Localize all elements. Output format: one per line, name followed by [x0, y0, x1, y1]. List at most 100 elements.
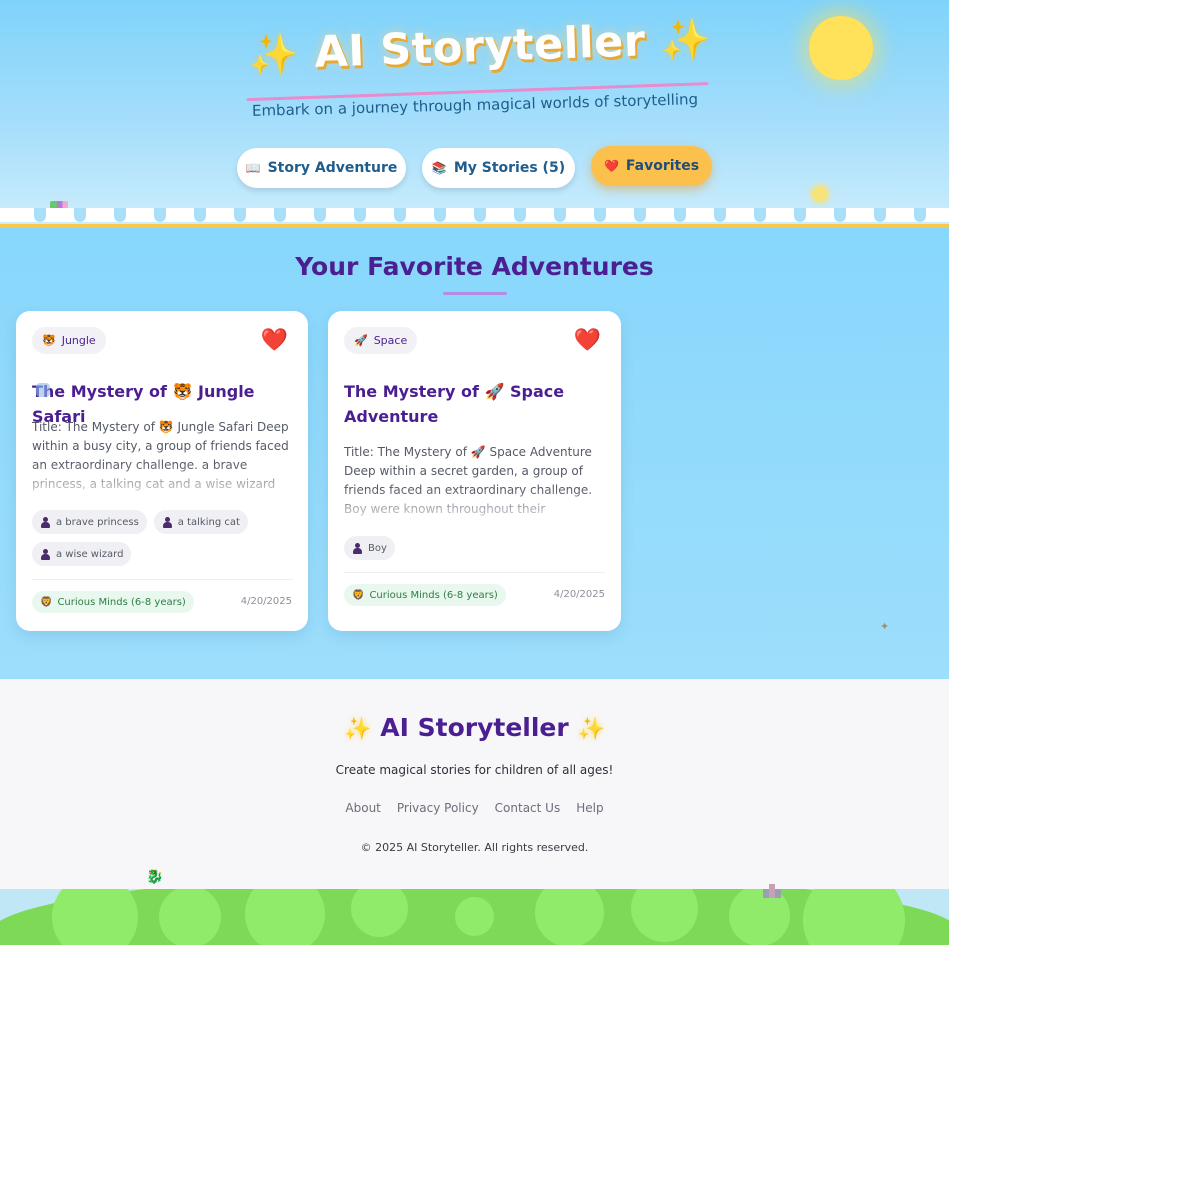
sparkle-icon: ✨ — [344, 717, 372, 742]
scallop-drop — [314, 208, 326, 222]
card-divider — [344, 572, 605, 573]
category-label: Space — [373, 334, 408, 347]
scallop-drop — [234, 208, 246, 222]
grass-hills — [0, 889, 949, 945]
nav-story-adventure[interactable]: 📖 Story Adventure — [237, 148, 406, 188]
scallop-drop — [554, 208, 566, 222]
character-chip: a talking cat — [153, 510, 248, 534]
scallop-drop — [474, 208, 486, 222]
footer-title: ✨ AI Storyteller ✨ — [0, 713, 949, 742]
age-group-label: Curious Minds (6-8 years) — [369, 589, 498, 601]
footer-link-about[interactable]: About — [345, 801, 380, 815]
character-chip: Boy — [344, 536, 395, 560]
scallop-drop — [634, 208, 646, 222]
app-title-text: AI Storyteller — [313, 16, 647, 78]
scallop-drop — [794, 208, 806, 222]
app-root: ✨ AI Storyteller ✨ Embark on a journey t… — [0, 0, 949, 945]
section-underline — [443, 292, 507, 295]
story-date: 4/20/2025 — [553, 589, 605, 600]
nav-favorites[interactable]: ❤️ Favorites — [591, 146, 712, 186]
story-excerpt: Title: The Mystery of 🐯 Jungle Safari De… — [32, 420, 289, 491]
app-title-wrap: ✨ AI Storyteller ✨ — [239, 14, 720, 102]
bush — [535, 889, 604, 945]
character-list: Boy — [344, 536, 614, 560]
footer-link-help[interactable]: Help — [576, 801, 603, 815]
scallop-drop — [394, 208, 406, 222]
card-divider — [32, 579, 293, 580]
nav-label: Favorites — [625, 158, 700, 174]
main-nav: 📖 Story Adventure 📚 My Stories (5) ❤️ Fa… — [0, 146, 949, 192]
character-name: Boy — [368, 542, 387, 554]
age-group-badge: 🦁 Curious Minds (6-8 years) — [32, 591, 194, 613]
scallop-pattern — [0, 208, 949, 222]
bush — [245, 889, 325, 945]
story-card[interactable]: 🐯 Jungle ❤️ The Mystery of 🐯 Jungle Safa… — [16, 311, 308, 631]
rocket-icon: 🚀 — [354, 334, 368, 347]
scallop-drop — [154, 208, 166, 222]
footer-link-privacy[interactable]: Privacy Policy — [397, 801, 479, 815]
person-icon — [40, 548, 50, 560]
character-name: a brave princess — [56, 516, 139, 528]
scallop-drop — [274, 208, 286, 222]
favorite-heart-icon[interactable]: ❤️ — [574, 330, 601, 352]
sparkle-icon: ✨ — [660, 16, 713, 65]
app-title: ✨ AI Storyteller ✨ — [239, 14, 720, 81]
footer-links: About Privacy Policy Contact Us Help — [0, 801, 949, 815]
footer-link-contact[interactable]: Contact Us — [495, 801, 561, 815]
dragon-icon: 🐉 — [146, 869, 164, 885]
tiger-icon: 🐯 — [42, 334, 56, 347]
scallop-drop — [434, 208, 446, 222]
nav-label: Story Adventure — [267, 160, 398, 176]
footer: ✨ AI Storyteller ✨ Create magical storie… — [0, 679, 949, 889]
scallop-drop — [914, 208, 926, 222]
bush — [803, 889, 905, 945]
character-list: a brave princess a talking cat a wise wi… — [32, 510, 302, 566]
scallop-drop — [714, 208, 726, 222]
story-date: 4/20/2025 — [240, 596, 292, 607]
copyright: © 2025 AI Storyteller. All rights reserv… — [360, 841, 589, 854]
person-icon — [40, 516, 50, 528]
section-title: Your Favorite Adventures — [295, 252, 654, 281]
scallop-drop — [194, 208, 206, 222]
nav-label: My Stories (5) — [453, 160, 566, 176]
header: ✨ AI Storyteller ✨ Embark on a journey t… — [0, 0, 949, 228]
scallop-drop — [514, 208, 526, 222]
character-chip: a wise wizard — [32, 542, 132, 566]
scallop-drop — [874, 208, 886, 222]
footer-title-text: AI Storyteller — [380, 713, 569, 742]
character-name: a talking cat — [177, 516, 240, 528]
scallop-drop — [354, 208, 366, 222]
footer-tagline: Create magical stories for children of a… — [335, 763, 614, 777]
castle-icon — [763, 882, 781, 898]
nav-my-stories[interactable]: 📚 My Stories (5) — [422, 148, 575, 188]
story-excerpt: Title: The Mystery of 🚀 Space Adventure … — [344, 445, 593, 516]
bush — [455, 897, 494, 936]
story-card[interactable]: 🚀 Space ❤️ The Mystery of 🚀 Space Advent… — [328, 311, 621, 631]
lion-icon: 🦁 — [352, 589, 365, 601]
app-subtitle: Embark on a journey through magical worl… — [251, 90, 699, 120]
sun-icon — [809, 16, 873, 80]
scallop-drop — [594, 208, 606, 222]
character-chip: a brave princess — [32, 510, 147, 534]
sparkle-icon: ✨ — [248, 31, 300, 80]
category-label: Jungle — [61, 334, 96, 347]
person-icon — [162, 516, 172, 528]
category-badge: 🚀 Space — [344, 327, 418, 354]
floating-fairy-icon: ✦ — [880, 620, 890, 633]
scallop-drop — [34, 208, 46, 222]
heart-icon: ❤️ — [603, 159, 619, 173]
favorites-section: Your Favorite Adventures 🐯 Jungle ❤️ The… — [0, 228, 949, 679]
person-icon — [352, 542, 362, 554]
sparkle-icon: ✨ — [577, 717, 605, 742]
favorite-heart-icon[interactable]: ❤️ — [261, 330, 288, 352]
category-badge: 🐯 Jungle — [32, 327, 106, 354]
lion-icon: 🦁 — [40, 596, 53, 608]
book-icon: 📖 — [245, 161, 261, 175]
story-title[interactable]: The Mystery of 🚀 Space Adventure — [344, 379, 606, 429]
scallop-drop — [674, 208, 686, 222]
scallop-drop — [834, 208, 846, 222]
character-name: a wise wizard — [56, 548, 124, 560]
scallop-drop — [754, 208, 766, 222]
age-group-label: Curious Minds (6-8 years) — [57, 596, 186, 608]
age-group-badge: 🦁 Curious Minds (6-8 years) — [344, 584, 506, 606]
